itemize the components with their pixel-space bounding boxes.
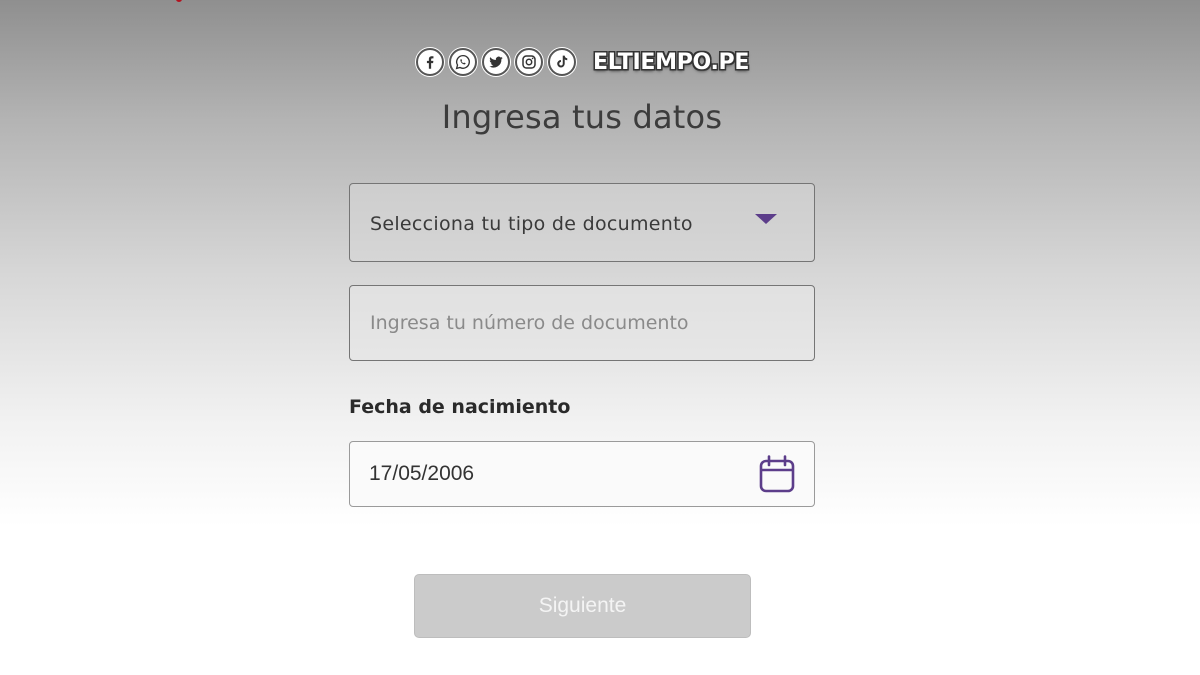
birth-date-value: 17/05/2006 <box>369 462 475 485</box>
instagram-icon <box>515 48 543 76</box>
birth-date-field[interactable]: 17/05/2006 <box>349 441 815 507</box>
facebook-icon <box>416 48 444 76</box>
chevron-down-icon <box>755 214 777 224</box>
document-number-field-container <box>349 285 815 361</box>
tiktok-icon <box>548 48 576 76</box>
next-button[interactable]: Siguiente <box>414 574 751 638</box>
brand-watermark: ELTIEMPO.PE <box>416 45 749 79</box>
birth-date-label: Fecha de nacimiento <box>349 396 571 418</box>
document-number-input[interactable] <box>350 286 814 360</box>
document-type-select[interactable]: Selecciona tu tipo de documento <box>349 183 815 262</box>
brand-name: ELTIEMPO.PE <box>593 49 750 75</box>
brand-accent-mark <box>176 0 182 2</box>
whatsapp-icon <box>449 48 477 76</box>
twitter-icon <box>482 48 510 76</box>
page-title: Ingresa tus datos <box>441 98 723 136</box>
document-type-value: Selecciona tu tipo de documento <box>370 213 693 235</box>
calendar-icon[interactable] <box>759 455 795 493</box>
